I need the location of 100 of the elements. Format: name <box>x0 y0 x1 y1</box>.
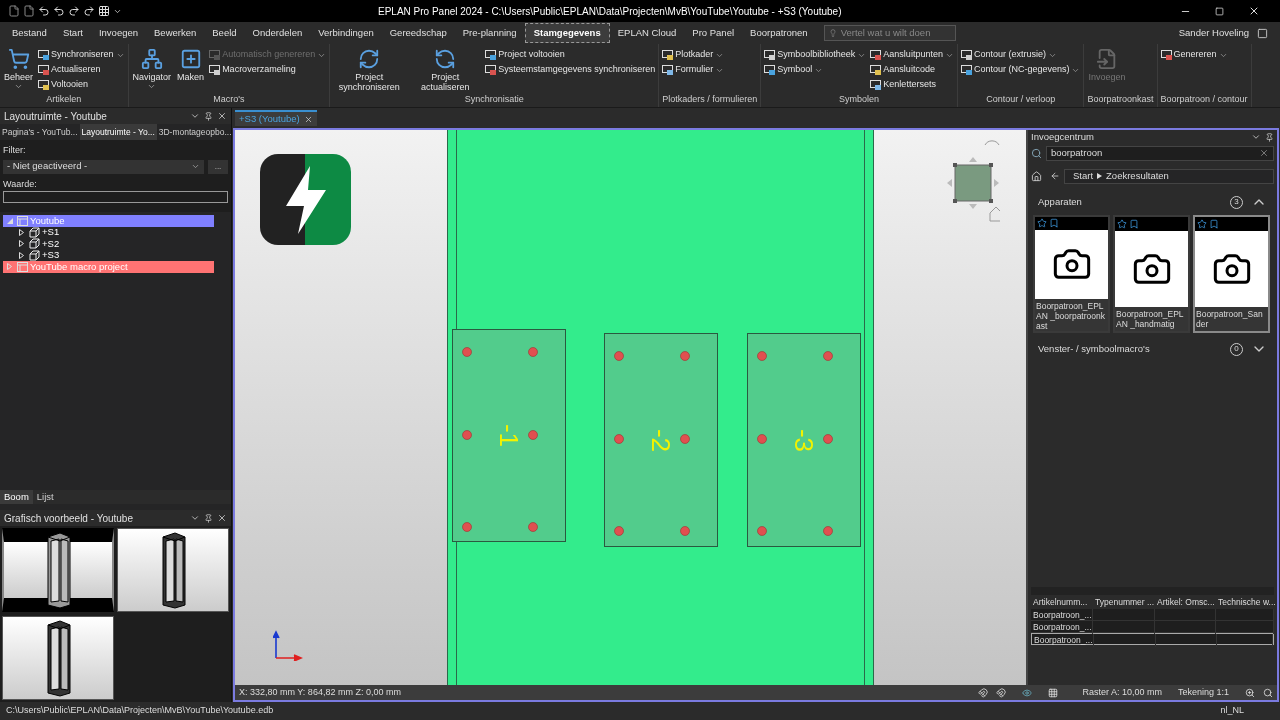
bookmark-icon[interactable] <box>1049 218 1059 229</box>
panel-tab[interactable]: Lijst <box>32 490 58 504</box>
clear-icon[interactable] <box>1259 148 1269 158</box>
star-icon[interactable] <box>1037 218 1047 229</box>
table-row[interactable]: Boorpatroon_... <box>1031 633 1274 645</box>
macro-card[interactable]: Boorpatroon_Sander <box>1193 215 1270 333</box>
back-icon[interactable] <box>1050 171 1060 181</box>
ribbon-large-button[interactable]: Project actualiseren <box>409 48 482 93</box>
pin-icon[interactable] <box>204 111 213 121</box>
grid-icon[interactable] <box>1048 687 1059 698</box>
ribbon-small-button[interactable]: Synchroniseren <box>38 48 125 62</box>
search-input[interactable]: Vertel wat u wilt doen <box>840 25 951 41</box>
preview-thumbnail[interactable] <box>2 528 114 612</box>
eye-icon[interactable] <box>1022 687 1033 698</box>
ribbon-tab[interactable]: Boorpatronen <box>742 23 816 43</box>
bookmark-icon[interactable] <box>1209 219 1219 229</box>
ribbon-small-button[interactable]: Actualiseren <box>38 63 125 77</box>
ribbon-small-button[interactable]: Kenlettersets <box>870 78 954 92</box>
ribbon-small-button[interactable]: Contour (extrusie) <box>960 48 1081 62</box>
restore-icon[interactable] <box>1215 6 1224 16</box>
panel-tab[interactable]: 3D-montageopbo... <box>156 124 234 140</box>
ribbon-small-button[interactable]: Formulier <box>662 63 725 77</box>
ribbon-small-button[interactable]: Aansluitcode <box>870 63 954 77</box>
new-file-icon[interactable] <box>8 5 20 17</box>
column-header[interactable]: Artikel: Omsc... <box>1155 595 1216 609</box>
ribbon-tab[interactable]: Onderdelen <box>244 23 311 43</box>
ribbon-tab[interactable]: Bestand <box>4 23 55 43</box>
preview-thumbnail[interactable] <box>2 615 114 700</box>
table-row[interactable]: Boorpatroon_... <box>1031 609 1274 621</box>
ribbon-large-button[interactable]: Maken <box>176 48 206 93</box>
ribbon-tab[interactable]: Start <box>54 23 91 43</box>
panel-tab[interactable]: Boom <box>0 490 33 504</box>
dropdown-icon[interactable] <box>190 111 200 121</box>
close-icon[interactable] <box>1248 5 1260 17</box>
undo-icon[interactable] <box>38 5 50 17</box>
column-header[interactable]: Typenummer ... <box>1093 595 1155 609</box>
tree-item[interactable]: +S1 <box>3 226 214 238</box>
open-file-icon[interactable] <box>23 5 35 17</box>
star-icon[interactable] <box>1117 219 1127 229</box>
ribbon-small-button[interactable]: Symbool <box>764 63 867 77</box>
ribbon-tab[interactable]: Verbindingen <box>310 23 382 43</box>
search-field[interactable]: Vertel wat u wilt doen <box>823 25 956 41</box>
user-name[interactable]: Sander Hoveling <box>1178 25 1249 41</box>
column-header[interactable]: Artikelnumm... <box>1031 595 1093 609</box>
macro-card[interactable]: Boorpatroon_EPLAN _boorpatroonkast <box>1033 215 1110 333</box>
star-icon[interactable] <box>1197 219 1207 229</box>
ribbon-small-button[interactable]: Macroverzameling <box>209 63 327 77</box>
zoom-icon[interactable] <box>1245 687 1255 698</box>
document-tab[interactable]: +S3 (Youtube) <box>235 110 317 126</box>
ribbon-tab[interactable]: Stamgegevens <box>524 23 610 43</box>
filter-dropdown[interactable]: - Niet geactiveerd - <box>3 159 204 174</box>
pin-icon[interactable] <box>1265 132 1274 142</box>
bookmark-icon[interactable] <box>1129 219 1139 229</box>
ribbon-small-button[interactable]: Aansluitpunten <box>870 48 954 62</box>
macro-card[interactable]: Boorpatroon_EPLAN _handmatig <box>1113 215 1190 333</box>
redo-icon[interactable] <box>68 5 80 17</box>
search-icon[interactable] <box>1031 147 1042 159</box>
pin-icon[interactable] <box>204 513 213 523</box>
tree-item[interactable]: +S3 <box>3 249 214 261</box>
search-field[interactable]: boorpatroon <box>1046 145 1274 161</box>
ribbon-tab[interactable]: EPLAN Cloud <box>609 23 685 43</box>
ribbon-small-button[interactable]: Plotkader <box>662 48 725 62</box>
panel-tab[interactable]: Pagina's - YouTub... <box>0 124 80 140</box>
close-icon[interactable] <box>217 111 227 121</box>
ribbon-tab[interactable]: Pro Panel <box>684 23 743 43</box>
preview-thumbnail[interactable] <box>117 528 229 612</box>
ribbon-tab[interactable]: Gereedschap <box>381 23 455 43</box>
tree-item[interactable]: +S2 <box>3 238 214 250</box>
table-row[interactable]: Boorpatroon_... <box>1031 621 1274 633</box>
close-icon[interactable] <box>217 513 227 523</box>
ribbon-small-button[interactable]: Symboolbibliotheek <box>764 48 867 62</box>
ribbon-large-button[interactable]: Beheer <box>3 48 35 93</box>
ribbon-small-button[interactable]: Systeemstamgegevens synchroniseren <box>485 63 656 77</box>
redo-icon[interactable] <box>83 5 95 17</box>
ribbon-small-button[interactable]: Contour (NC-gegevens) <box>960 63 1081 77</box>
magnet-icon[interactable] <box>996 687 1007 698</box>
ribbon-large-button[interactable]: Navigator <box>131 48 173 93</box>
breadcrumb-item[interactable]: Start <box>1073 168 1094 184</box>
undo-icon[interactable] <box>53 5 65 17</box>
dropdown-icon[interactable] <box>1251 132 1261 142</box>
search-icon[interactable] <box>1263 687 1273 698</box>
ribbon-small-button[interactable]: Genereren <box>1160 48 1228 62</box>
ribbon-tab[interactable]: Pre-planning <box>454 23 525 43</box>
breadcrumb-item[interactable]: Zoekresultaten <box>1106 168 1169 184</box>
cube-icon <box>29 226 40 238</box>
account-icon[interactable] <box>1257 27 1268 39</box>
ribbon-tab[interactable]: Invoegen <box>90 23 147 43</box>
ribbon-small-button[interactable]: Project voltooien <box>485 48 656 62</box>
more-button[interactable]: ... <box>208 159 228 174</box>
ribbon-tab[interactable]: Bewerken <box>146 23 205 43</box>
dropdown-icon[interactable] <box>190 513 200 523</box>
panel-tab[interactable]: Layoutruimte - Yo... <box>79 124 157 140</box>
grid-icon[interactable] <box>98 5 110 17</box>
magnet-icon[interactable] <box>978 687 989 698</box>
ribbon-tab[interactable]: Beeld <box>204 23 245 43</box>
ribbon-small-button[interactable]: Voltooien <box>38 78 125 92</box>
home-icon[interactable] <box>1031 170 1042 182</box>
column-header[interactable]: Technische w... <box>1216 595 1278 609</box>
ribbon-large-button[interactable]: Project synchroniseren <box>333 48 406 93</box>
value-input[interactable] <box>3 191 228 203</box>
